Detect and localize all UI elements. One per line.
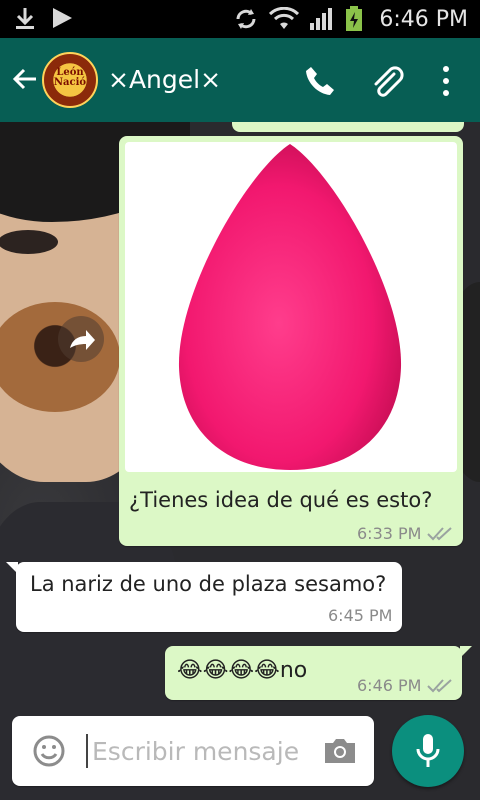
signal-icon (310, 8, 333, 30)
message-text: ¿Tienes idea de qué es esto? (129, 488, 433, 512)
play-store-icon (53, 8, 72, 28)
forward-icon[interactable] (58, 316, 104, 362)
download-icon (16, 8, 34, 29)
more-vert-icon[interactable] (436, 64, 456, 98)
mic-button[interactable] (392, 715, 464, 787)
message-text: La nariz de uno de plaza sesamo? (30, 572, 387, 596)
message-text: 😂😂😂😂no (177, 658, 308, 683)
phone-icon[interactable] (303, 64, 337, 98)
emoji-icon[interactable] (32, 734, 66, 768)
pink-sponge-image (178, 144, 402, 470)
double-check-icon (427, 527, 452, 541)
wallpaper-eye (0, 230, 58, 254)
contact-name[interactable]: ×Angel× (108, 65, 221, 94)
battery-charging-icon (346, 6, 363, 31)
previous-message-edge (232, 122, 464, 132)
message-input[interactable] (88, 728, 312, 774)
back-arrow-icon[interactable] (10, 64, 40, 94)
double-check-icon (427, 679, 452, 693)
message-bubble-outgoing[interactable]: 😂😂😂😂no 6:46 PM (165, 646, 462, 700)
message-time: 6:33 PM (357, 524, 422, 543)
avatar[interactable]: León Nació (42, 52, 98, 108)
message-image[interactable] (125, 142, 457, 472)
message-bubble-outgoing[interactable]: ¿Tienes idea de qué es esto? 6:33 PM (119, 136, 463, 546)
message-time: 6:46 PM (357, 676, 422, 695)
clock: 6:46 PM (379, 6, 468, 32)
sync-icon (236, 9, 256, 29)
message-time: 6:45 PM (328, 606, 393, 625)
camera-icon[interactable] (322, 736, 358, 766)
avatar-label: León Nació (53, 67, 87, 88)
wifi-icon (269, 7, 300, 29)
microphone-icon (416, 734, 440, 767)
status-bar: 6:46 PM (0, 0, 480, 38)
paperclip-icon[interactable] (366, 62, 406, 102)
message-bubble-incoming[interactable]: La nariz de uno de plaza sesamo? 6:45 PM (16, 562, 402, 632)
chat-area[interactable]: ¿Tienes idea de qué es esto? 6:33 PM La … (0, 122, 480, 800)
chat-header: León Nació ×Angel× (0, 38, 480, 122)
message-composer[interactable] (12, 716, 374, 786)
